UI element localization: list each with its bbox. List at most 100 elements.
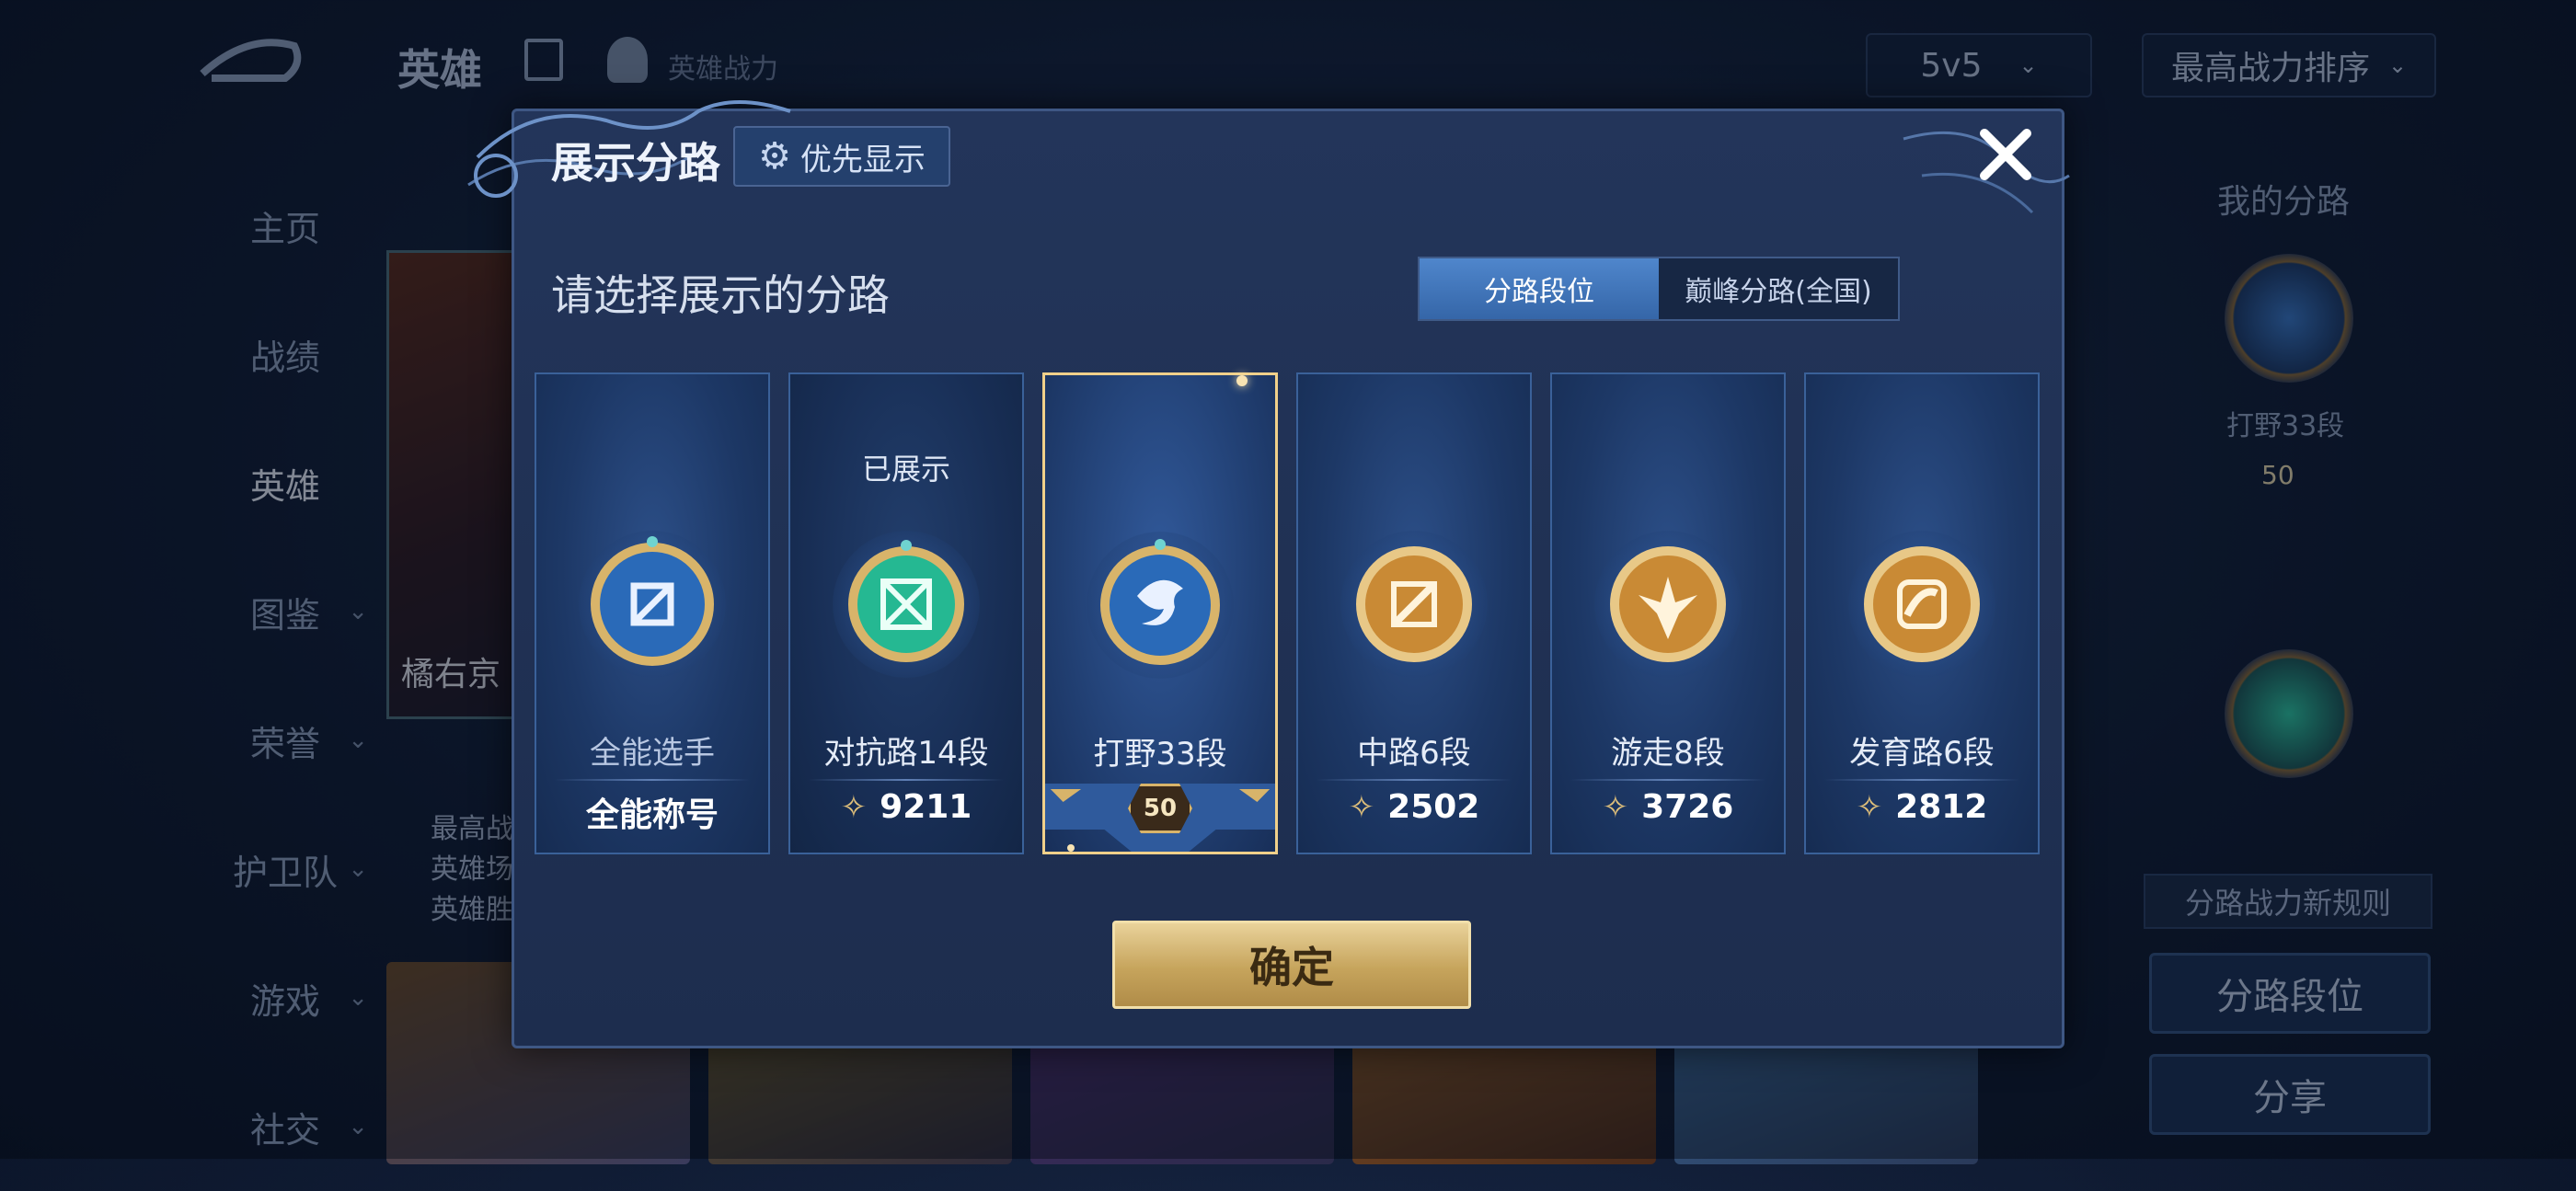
power-icon: ✧ bbox=[1602, 788, 1629, 826]
nav-label: 护卫队 bbox=[232, 852, 338, 893]
chevron-down-icon: ⌄ bbox=[348, 727, 368, 754]
sort-select-value: 最高战力排序 bbox=[2170, 50, 2370, 87]
hero-info-line: 最高战 bbox=[431, 813, 513, 845]
power-icon: ✧ bbox=[1348, 788, 1375, 826]
nav-item-hero[interactable]: 英雄 bbox=[166, 418, 405, 547]
nav-item-honor[interactable]: 荣誉 ⌄ bbox=[166, 676, 405, 805]
lane-power-value: 2502 bbox=[1387, 788, 1480, 826]
share-button[interactable]: 分享 bbox=[2149, 1054, 2431, 1135]
lane-power-value: 3726 bbox=[1641, 788, 1734, 826]
mid-lane-badge-icon bbox=[1340, 531, 1488, 678]
dialog-title: 展示分路 bbox=[551, 138, 720, 188]
lane-card-roam[interactable]: 游走8段 ✧ 3726 bbox=[1550, 372, 1786, 854]
lane-card-name: 发育路6段 bbox=[1849, 735, 1995, 772]
chevron-down-icon: ⌄ bbox=[348, 598, 368, 625]
lane-power-value: 9211 bbox=[880, 788, 972, 826]
clash-lane-badge-icon bbox=[833, 531, 980, 678]
back-button[interactable] bbox=[193, 28, 304, 92]
tab-peak-lane[interactable]: 巅峰分路(全国) bbox=[1659, 258, 1898, 319]
my-lane-label: 打野33段 bbox=[2226, 410, 2345, 442]
close-icon bbox=[1980, 129, 2031, 180]
jungle-badge-icon bbox=[2225, 254, 2353, 383]
clash-lane-badge-icon bbox=[2225, 649, 2353, 778]
list-icon[interactable] bbox=[524, 39, 563, 81]
lane-card-farm[interactable]: 发育路6段 ✧ 2812 bbox=[1804, 372, 2040, 854]
hero-info: 最高战 英雄场 英雄胜 bbox=[431, 809, 513, 931]
lane-card-value: ✧ 2502 bbox=[1298, 788, 1530, 826]
allround-badge-icon bbox=[579, 531, 726, 678]
nav-label: 游戏 bbox=[249, 980, 320, 1022]
lane-rank-button[interactable]: 分路段位 bbox=[2149, 953, 2431, 1034]
farm-lane-badge-icon bbox=[1848, 531, 1995, 678]
nav-label: 社交 bbox=[249, 1109, 320, 1151]
jungle-badge-icon bbox=[1087, 532, 1234, 679]
my-lane-title: 我的分路 bbox=[2217, 183, 2351, 221]
hero-power-label[interactable]: 英雄战力 bbox=[668, 46, 778, 86]
chevron-down-icon: ⌄ bbox=[2018, 52, 2038, 78]
card-divider bbox=[1570, 779, 1765, 781]
nav-item-record[interactable]: 战绩 bbox=[166, 290, 405, 418]
side-nav: 主页 战绩 英雄 图鉴 ⌄ 荣誉 ⌄ 护卫队 ⌄ 游戏 ⌄ 社交 ⌄ bbox=[166, 161, 405, 1191]
lane-card-name: 全能选手 bbox=[590, 735, 715, 772]
lane-card-name: 对抗路14段 bbox=[823, 735, 989, 772]
roam-badge-icon bbox=[1594, 531, 1742, 678]
card-divider bbox=[555, 779, 750, 781]
hero-power-icon bbox=[607, 37, 648, 83]
lane-power-rule-link[interactable]: 分路战力新规则 bbox=[2144, 874, 2432, 929]
chevron-down-icon: ⌄ bbox=[348, 1113, 368, 1140]
gear-icon: ⚙ bbox=[758, 135, 791, 178]
lane-tabs: 分路段位 巅峰分路(全国) bbox=[1418, 257, 1900, 321]
my-lane-level: 50 bbox=[2261, 460, 2294, 490]
nav-item-codex[interactable]: 图鉴 ⌄ bbox=[166, 547, 405, 676]
allround-title-label: 全能称号 bbox=[585, 796, 719, 834]
level-badge: 50 bbox=[1128, 784, 1192, 833]
lane-card-list: 全能选手 全能称号 已展示 对抗路14段 ✧ 9211 打野33段 50 中路6… bbox=[535, 372, 2040, 854]
level-ribbon: 50 bbox=[1045, 774, 1275, 852]
hero-info-line: 英雄场 bbox=[431, 853, 513, 886]
confirm-button[interactable]: 确定 bbox=[1112, 921, 1471, 1009]
lane-card-value: ✧ 2812 bbox=[1806, 788, 2038, 826]
card-divider bbox=[1824, 779, 2019, 781]
lane-card-allround[interactable]: 全能选手 全能称号 bbox=[535, 372, 770, 854]
mode-select[interactable]: 5v5 ⌄ bbox=[1866, 33, 2092, 97]
sparkle-icon bbox=[1236, 375, 1248, 386]
dialog-prompt: 请选择展示的分路 bbox=[551, 270, 890, 320]
lane-card-value: ✧ 9211 bbox=[790, 788, 1022, 826]
displayed-tag: 已展示 bbox=[861, 452, 950, 487]
lane-card-value: 全能称号 bbox=[536, 788, 768, 836]
lane-card-name: 打野33段 bbox=[1093, 736, 1227, 773]
nav-item-home[interactable]: 主页 bbox=[166, 161, 405, 290]
tab-lane-rank[interactable]: 分路段位 bbox=[1420, 258, 1659, 319]
lane-display-dialog: 展示分路 ⚙ 优先显示 请选择展示的分路 分路段位 巅峰分路(全国) 全能选手 … bbox=[467, 100, 2070, 1048]
hero-name: 橘右京 bbox=[401, 656, 501, 693]
hero-info-line: 英雄胜 bbox=[431, 894, 513, 926]
chevron-down-icon: ⌄ bbox=[348, 984, 368, 1012]
lane-card-mid[interactable]: 中路6段 ✧ 2502 bbox=[1296, 372, 1532, 854]
chevron-down-icon: ⌄ bbox=[348, 855, 368, 883]
close-button[interactable] bbox=[1973, 122, 2038, 187]
nav-item-guard[interactable]: 护卫队 ⌄ bbox=[166, 805, 405, 933]
card-divider bbox=[1317, 779, 1512, 781]
mode-select-value: 5v5 bbox=[1920, 46, 1983, 85]
nav-label: 英雄 bbox=[249, 465, 320, 507]
back-arrow-icon bbox=[200, 39, 302, 82]
power-icon: ✧ bbox=[840, 788, 868, 826]
priority-display-button[interactable]: ⚙ 优先显示 bbox=[733, 126, 950, 187]
nav-label: 主页 bbox=[249, 208, 320, 249]
lane-card-name: 中路6段 bbox=[1357, 735, 1471, 772]
nav-item-game[interactable]: 游戏 ⌄ bbox=[166, 933, 405, 1062]
power-icon: ✧ bbox=[1856, 788, 1883, 826]
nav-item-social[interactable]: 社交 ⌄ bbox=[166, 1062, 405, 1191]
nav-label: 战绩 bbox=[249, 337, 320, 378]
lane-card-name: 游走8段 bbox=[1611, 735, 1725, 772]
chevron-down-icon: ⌄ bbox=[2387, 52, 2408, 78]
card-divider bbox=[809, 779, 1004, 781]
lane-power-value: 2812 bbox=[1895, 788, 1988, 826]
nav-label: 图鉴 bbox=[249, 594, 320, 636]
priority-display-label: 优先显示 bbox=[799, 141, 926, 178]
nav-label: 荣誉 bbox=[249, 723, 320, 764]
lane-card-jungle[interactable]: 打野33段 50 bbox=[1042, 372, 1278, 854]
sort-select[interactable]: 最高战力排序 ⌄ bbox=[2142, 33, 2436, 97]
lane-card-value: ✧ 3726 bbox=[1552, 788, 1784, 826]
lane-card-clash[interactable]: 已展示 对抗路14段 ✧ 9211 bbox=[788, 372, 1024, 854]
